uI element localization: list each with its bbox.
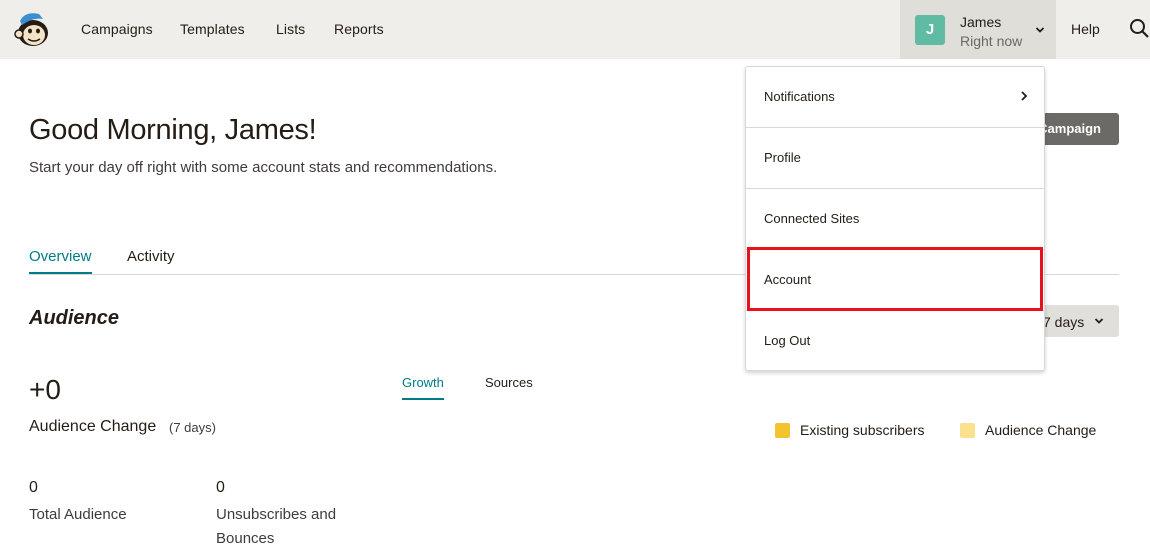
menu-item-notifications[interactable]: Notifications (746, 67, 1044, 128)
subtab-sources[interactable]: Sources (485, 375, 533, 398)
nav-link-campaigns[interactable]: Campaigns (81, 21, 153, 37)
total-audience-label: Total Audience (29, 506, 127, 523)
chevron-right-icon (1021, 91, 1028, 101)
menu-item-connected-sites[interactable]: Connected Sites (746, 189, 1044, 250)
audience-change-label: Audience Change (29, 418, 157, 435)
menu-item-label: Account (764, 272, 811, 287)
help-link[interactable]: Help (1071, 21, 1100, 37)
audience-section-title: Audience (29, 307, 120, 329)
search-icon[interactable] (1129, 18, 1150, 39)
unsubscribes-value: 0 (216, 479, 225, 496)
mailchimp-logo-icon[interactable] (13, 9, 53, 49)
legend-label-change: Audience Change (985, 422, 1097, 438)
total-audience-value: 0 (29, 479, 38, 496)
tab-activity[interactable]: Activity (127, 248, 175, 272)
menu-item-label: Profile (764, 150, 801, 165)
menu-item-profile[interactable]: Profile (746, 128, 1044, 189)
page-title: Good Morning, James! (29, 114, 317, 146)
menu-item-label: Connected Sites (764, 211, 860, 226)
unsubscribes-label: Unsubscribes and Bounces (216, 506, 337, 547)
legend-swatch-change (960, 423, 975, 438)
tab-overview[interactable]: Overview (29, 248, 92, 274)
menu-item-label: Notifications (764, 89, 835, 104)
menu-item-label: Log Out (764, 333, 811, 348)
nav-link-reports[interactable]: Reports (334, 21, 384, 37)
audience-change-period: (7 days) (169, 420, 216, 435)
legend-swatch-existing (775, 423, 790, 438)
top-navigation: Campaigns Templates Lists Reports J Jame… (0, 0, 1150, 59)
chevron-down-icon (1094, 318, 1104, 324)
nav-link-templates[interactable]: Templates (180, 21, 245, 37)
audience-change-value: +0 (29, 374, 61, 405)
subtab-growth[interactable]: Growth (402, 375, 444, 400)
user-dropdown-menu: Notifications Profile Connected Sites Ac… (745, 66, 1045, 371)
date-range-label: 7 days (1043, 314, 1085, 330)
avatar: J (915, 15, 945, 45)
user-menu-button[interactable]: J James Right now (900, 0, 1056, 59)
legend-label-existing: Existing subscribers (800, 422, 925, 438)
nav-link-lists[interactable]: Lists (276, 21, 305, 37)
menu-item-account[interactable]: Account (746, 250, 1044, 311)
user-status: Right now (960, 33, 1023, 49)
page-subtitle: Start your day off right with some accou… (29, 159, 498, 176)
chevron-down-icon (1035, 27, 1045, 33)
menu-item-log-out[interactable]: Log Out (746, 311, 1044, 372)
user-name: James (960, 14, 1002, 30)
